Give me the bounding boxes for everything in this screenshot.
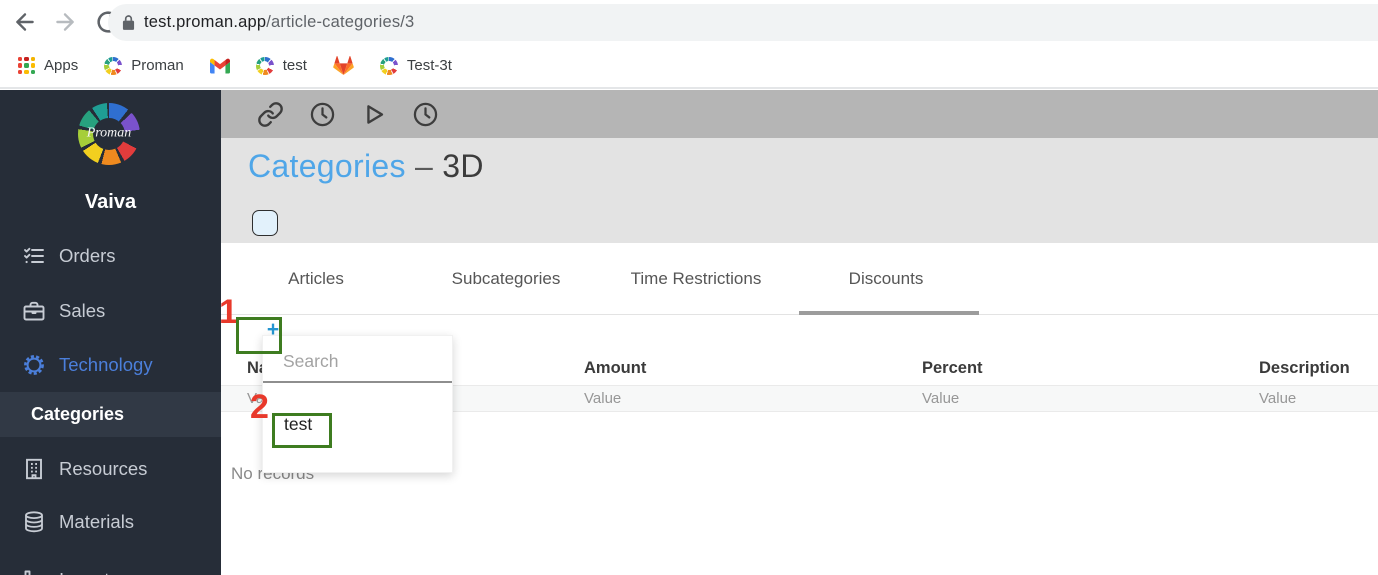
- browser-window: test.proman.app/article-categories/3 App…: [0, 0, 1378, 575]
- filter-input-percent[interactable]: Value: [922, 390, 959, 407]
- sidebar-item-technology[interactable]: Technology: [0, 341, 221, 389]
- bookmark-gitlab[interactable]: [333, 56, 354, 75]
- discount-select-dropdown: test: [262, 335, 453, 473]
- lock-icon: [122, 15, 135, 30]
- dropdown-search-input[interactable]: [263, 336, 452, 383]
- sidebar-item-categories[interactable]: Categories: [0, 392, 221, 437]
- bookmark-label: Proman: [131, 57, 184, 74]
- bookmark-test[interactable]: test: [255, 56, 307, 75]
- proman-favicon-icon: [379, 56, 398, 75]
- header-checkbox[interactable]: [252, 210, 278, 236]
- clock-icon: [413, 102, 438, 127]
- app-logo: Proman: [78, 103, 140, 165]
- bookmark-label: Test-3t: [406, 57, 452, 74]
- url-host: test.proman.app: [144, 13, 267, 31]
- history-button[interactable]: [309, 101, 336, 128]
- logo-text: Proman: [86, 125, 132, 141]
- workspace-name: Vaiva: [84, 191, 137, 213]
- sidebar-item-label: Sales: [59, 300, 106, 321]
- proman-favicon-icon: [104, 56, 123, 75]
- tab-discounts[interactable]: Discounts: [791, 243, 981, 315]
- apps-grid-icon: [18, 57, 35, 74]
- proman-favicon-icon: [255, 56, 274, 75]
- sidebar-item-orders[interactable]: Orders: [0, 232, 221, 280]
- gear-icon: [22, 353, 46, 377]
- dropdown-option-test[interactable]: test: [263, 383, 452, 435]
- sidebar-item-label: Technology: [59, 354, 153, 375]
- sidebar-item-label: Resources: [59, 458, 148, 479]
- url-bar[interactable]: test.proman.app/article-categories/3: [108, 4, 1378, 41]
- url-path: /article-categories/3: [266, 13, 415, 31]
- page-title-separator: –: [405, 148, 443, 184]
- page-title-item: 3D: [442, 148, 484, 184]
- sidebar-item-materials[interactable]: Materials: [0, 498, 221, 546]
- sidebar-item-label: Categories: [31, 404, 125, 424]
- tab-label: Articles: [288, 268, 344, 288]
- bookmarks-bar: Apps Proman test Test-3t: [0, 44, 1378, 89]
- gmail-icon: [209, 58, 230, 74]
- tab-label: Time Restrictions: [630, 268, 762, 288]
- briefcase-icon: [22, 299, 46, 323]
- sidebar-item-label: Materials: [59, 511, 135, 532]
- database-icon: [22, 510, 46, 534]
- tab-label: Discounts: [848, 268, 924, 288]
- bookmark-gmail[interactable]: [209, 58, 230, 74]
- tab-subcategories[interactable]: Subcategories: [411, 243, 601, 314]
- link-button[interactable]: [257, 101, 284, 128]
- back-arrow-icon: [16, 13, 34, 31]
- gitlab-icon: [333, 56, 354, 75]
- sidebar-item-resources[interactable]: Resources: [0, 445, 221, 493]
- tab-label: Subcategories: [451, 268, 561, 288]
- checklist-icon: [22, 244, 46, 268]
- column-header-amount: Amount: [584, 359, 647, 377]
- page-toolbar: [221, 90, 1378, 138]
- tab-articles[interactable]: Articles: [221, 243, 411, 314]
- factory-icon: [22, 568, 46, 575]
- bookmark-label: test: [282, 57, 307, 74]
- bookmark-label: Apps: [44, 57, 79, 74]
- sidebar: Proman Vaiva Orders Sales Technology Cat…: [0, 90, 221, 575]
- url-text: test.proman.app/article-categories/3: [144, 13, 414, 32]
- tab-bar: Articles Subcategories Time Restrictions…: [221, 243, 1378, 315]
- page-header: Categories – 3D: [221, 138, 1378, 243]
- tab-time-restrictions[interactable]: Time Restrictions: [601, 243, 791, 314]
- building-icon: [22, 457, 46, 481]
- play-icon: [367, 105, 384, 124]
- page-title: Categories – 3D: [248, 148, 484, 185]
- filter-input-description[interactable]: Value: [1259, 390, 1296, 407]
- sidebar-item-label: Orders: [59, 245, 116, 266]
- sidebar-item-sales[interactable]: Sales: [0, 287, 221, 335]
- page-title-category: Categories: [248, 148, 406, 184]
- clock-icon: [310, 102, 335, 127]
- time-log-button[interactable]: [412, 101, 439, 128]
- browser-chrome: test.proman.app/article-categories/3: [0, 0, 1378, 44]
- column-header-description: Description: [1259, 359, 1350, 377]
- sidebar-item-label: Inventory: [59, 569, 135, 575]
- sidebar-item-inventory[interactable]: Inventory: [0, 556, 221, 575]
- bookmark-test-3t[interactable]: Test-3t: [379, 56, 452, 75]
- play-button[interactable]: [360, 101, 387, 128]
- column-header-percent: Percent: [922, 359, 983, 377]
- forward-button[interactable]: [52, 9, 78, 35]
- apps-menu[interactable]: Apps: [18, 57, 78, 74]
- bookmark-proman[interactable]: Proman: [104, 56, 184, 75]
- forward-arrow-icon: [56, 13, 74, 31]
- back-button[interactable]: [12, 9, 38, 35]
- link-icon: [258, 102, 283, 127]
- filter-input-amount[interactable]: Value: [584, 390, 621, 407]
